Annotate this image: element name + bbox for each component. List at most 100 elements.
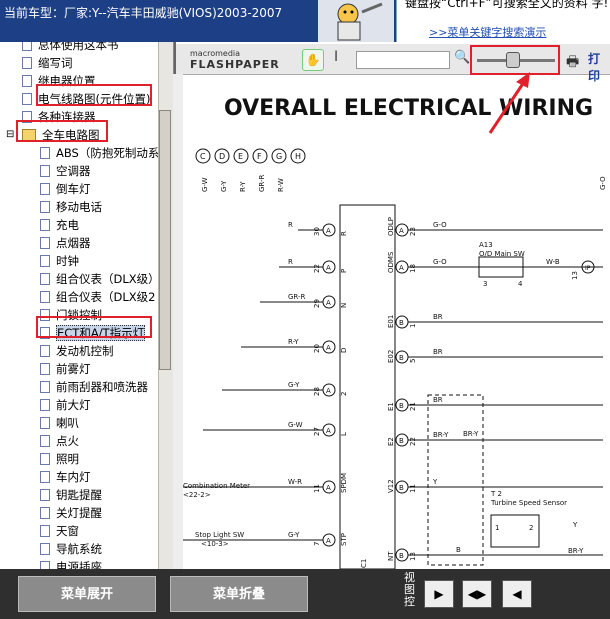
flashpaper-logo: macromedia FLASHPAPER bbox=[190, 49, 280, 71]
pin-number: 5 bbox=[409, 359, 417, 363]
tree-item-label: 移动电话 bbox=[56, 200, 102, 214]
wire-label: G-O bbox=[599, 176, 607, 190]
pin-name: V12 bbox=[387, 479, 395, 493]
tree-item[interactable]: 车内灯 bbox=[40, 468, 91, 486]
pin-connector-label: A bbox=[326, 344, 331, 352]
tree-item-label: 空调器 bbox=[56, 164, 91, 178]
hand-tool-button[interactable]: ✋ bbox=[302, 49, 324, 71]
tree-item-label: 组合仪表（DLX级2 bbox=[56, 290, 156, 304]
connector-label: C bbox=[200, 152, 206, 161]
pin-name: SPDM bbox=[340, 473, 348, 493]
pin-number: 23 bbox=[409, 227, 417, 236]
tree-item[interactable]: 点火 bbox=[40, 432, 79, 450]
printer-icon[interactable]: 🖶 bbox=[566, 51, 579, 75]
pin-name: STP bbox=[340, 533, 348, 546]
view-split-button[interactable]: ◀▶ bbox=[462, 580, 492, 608]
text-select-tool-icon[interactable]: I bbox=[334, 49, 338, 65]
pin-number: 13 bbox=[409, 552, 417, 561]
tree-item[interactable]: 发动机控制 bbox=[40, 342, 114, 360]
connector-label: F bbox=[257, 152, 262, 161]
wire-label: W-R bbox=[288, 478, 302, 486]
tree-item[interactable]: 电源插座 bbox=[40, 558, 102, 569]
tree-item-label: 前雨刮器和喷洗器 bbox=[56, 380, 148, 394]
wire-label: R-Y bbox=[288, 338, 299, 346]
wire-label: BR-Y bbox=[463, 430, 479, 438]
switch-pin: 3 bbox=[483, 280, 487, 288]
tree-item[interactable]: 充电 bbox=[40, 216, 79, 234]
tree-item[interactable]: 前大灯 bbox=[40, 396, 91, 414]
collapse-menu-button[interactable]: 菜单折叠 bbox=[170, 576, 308, 612]
tree-item[interactable]: 倒车灯 bbox=[40, 180, 91, 198]
tree-item-label: 点火 bbox=[56, 434, 79, 448]
view-right-button[interactable]: ▶ bbox=[424, 580, 454, 608]
pin-name: P bbox=[340, 269, 348, 273]
expand-menu-button[interactable]: 菜单展开 bbox=[18, 576, 156, 612]
tree-item[interactable]: 点烟器 bbox=[40, 234, 91, 252]
pin-connector-label: B bbox=[399, 552, 404, 560]
tree-item[interactable]: 关灯提醒 bbox=[40, 504, 102, 522]
pin-number: 11 bbox=[409, 484, 417, 493]
tree-item-label: 钥匙提醒 bbox=[56, 488, 102, 502]
pin-name: N bbox=[340, 303, 348, 308]
pin-connector-label: A bbox=[326, 299, 331, 307]
wire-label: R-Y bbox=[239, 181, 247, 192]
wire-label: W-B bbox=[546, 258, 560, 266]
document-icon bbox=[40, 363, 50, 375]
document-icon bbox=[40, 489, 50, 501]
tree-item[interactable]: 时钟 bbox=[40, 252, 79, 270]
tree-item[interactable]: 组合仪表（DLX级） bbox=[40, 270, 160, 288]
pin-number: 22 bbox=[313, 264, 321, 273]
tree-item-label: 关灯提醒 bbox=[56, 506, 102, 520]
tree-scrollbar-thumb[interactable] bbox=[159, 110, 171, 370]
pin-name: ODMS bbox=[387, 251, 395, 273]
tree-item[interactable]: 移动电话 bbox=[40, 198, 102, 216]
collapse-toggle-icon[interactable]: ⊟ bbox=[6, 126, 14, 144]
search-input[interactable] bbox=[356, 51, 450, 69]
pin-number: 28 bbox=[313, 387, 321, 396]
wire-label: G-W bbox=[201, 177, 209, 192]
wire-label: BR bbox=[433, 396, 443, 404]
document-icon bbox=[40, 255, 50, 267]
tree-item-label: 时钟 bbox=[56, 254, 79, 268]
pin-connector-label: A bbox=[399, 227, 404, 235]
tree-item[interactable]: 喇叭 bbox=[40, 414, 79, 432]
search-demo-link[interactable]: >>菜单关键字搜索演示 bbox=[429, 24, 546, 40]
tree-item[interactable]: 前雾灯 bbox=[40, 360, 91, 378]
wire-label: G-W bbox=[288, 421, 303, 429]
annotation-box-full-circuit bbox=[16, 120, 108, 142]
tree-item[interactable]: ABS（防抱死制动系 bbox=[40, 144, 159, 162]
document-icon bbox=[40, 183, 50, 195]
document-icon bbox=[40, 525, 50, 537]
document-icon bbox=[40, 381, 50, 393]
stop-light-label: Stop Light SW bbox=[195, 531, 244, 539]
tree-item[interactable]: 天窗 bbox=[40, 522, 79, 540]
tree-item-label: 组合仪表（DLX级） bbox=[56, 272, 160, 286]
pin-number: 30 bbox=[313, 227, 321, 236]
print-button[interactable]: 打印 bbox=[588, 50, 610, 84]
tree-item[interactable]: 空调器 bbox=[40, 162, 91, 180]
search-tip-text: 键盘按“Ctrl+F”可搜索全文的资料 字! bbox=[405, 0, 609, 10]
wire-label: R bbox=[288, 221, 293, 229]
tree-item[interactable]: 缩写词 bbox=[22, 54, 73, 72]
tree-item[interactable]: 钥匙提醒 bbox=[40, 486, 102, 504]
view-control-label: 视图控 bbox=[404, 571, 415, 608]
connector-label: E bbox=[238, 152, 243, 161]
pin-number: 21 bbox=[409, 402, 417, 411]
magnifier-icon[interactable]: 🔍 bbox=[454, 50, 470, 65]
document-icon bbox=[40, 147, 50, 159]
tree-item[interactable]: 总体使用这本书 bbox=[22, 42, 119, 54]
wire-label: B bbox=[456, 546, 461, 554]
document-icon bbox=[40, 201, 50, 213]
document-icon bbox=[22, 42, 32, 51]
pin-connector-label: B bbox=[399, 402, 404, 410]
view-left-button[interactable]: ◀ bbox=[502, 580, 532, 608]
tree-item[interactable]: 照明 bbox=[40, 450, 79, 468]
tree-item[interactable]: 导航系统 bbox=[40, 540, 102, 558]
document-icon bbox=[40, 273, 50, 285]
tree-item[interactable]: 前雨刮器和喷洗器 bbox=[40, 378, 148, 396]
pin-connector-label: A bbox=[326, 264, 331, 272]
pin-connector-label: B bbox=[399, 319, 404, 327]
document-icon bbox=[40, 237, 50, 249]
tree-item-label: 点烟器 bbox=[56, 236, 91, 250]
tree-item[interactable]: 组合仪表（DLX级2 bbox=[40, 288, 155, 306]
